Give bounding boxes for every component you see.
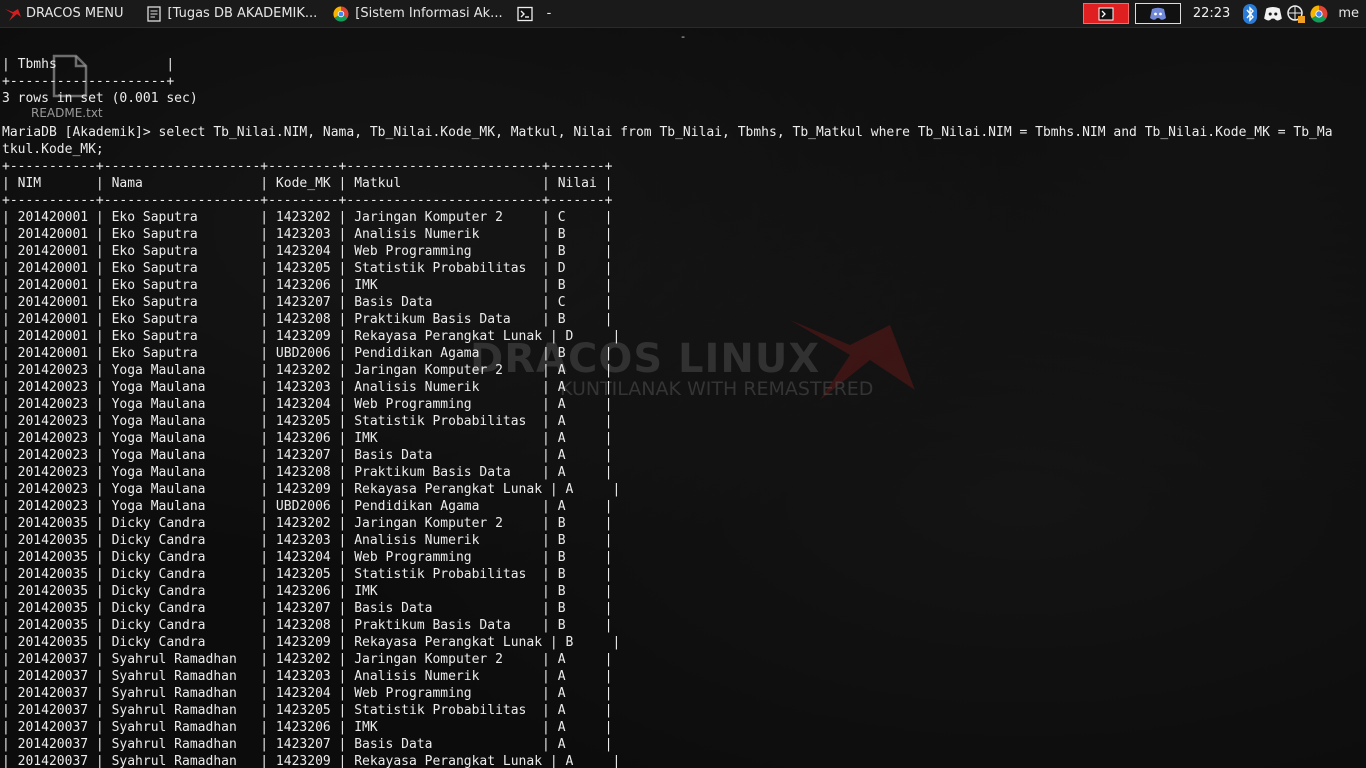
- terminal-line: | 201420001 | Eko Saputra | 1423207 | Ba…: [2, 295, 613, 310]
- terminal-line: | 201420001 | Eko Saputra | 1423202 | Ja…: [2, 210, 613, 225]
- terminal-line: | 201420001 | Eko Saputra | 1423208 | Pr…: [2, 312, 613, 327]
- terminal-line: | 201420001 | Eko Saputra | 1423206 | IM…: [2, 278, 613, 293]
- terminal-line: | 201420035 | Dicky Candra | 1423203 | A…: [2, 533, 613, 548]
- terminal-line: | 201420001 | Eko Saputra | 1423203 | An…: [2, 227, 613, 242]
- task-browser-label: [Sistem Informasi Ak...: [355, 6, 503, 21]
- task-document-label: [Tugas DB AKADEMIK...: [167, 6, 318, 21]
- terminal-line: | 201420023 | Yoga Maulana | UBD2006 | P…: [2, 499, 613, 514]
- chrome-tray-icon[interactable]: [1309, 4, 1329, 24]
- terminal-line: | 201420001 | Eko Saputra | 1423204 | We…: [2, 244, 613, 259]
- discord-tray-icon[interactable]: [1263, 4, 1283, 24]
- start-menu-button[interactable]: DRACOS MENU: [0, 0, 130, 27]
- task-terminal[interactable]: -: [513, 0, 556, 27]
- terminal-line: | 201420001 | Eko Saputra | UBD2006 | Pe…: [2, 346, 613, 361]
- terminal-line: | 201420037 | Syahrul Ramadhan | 1423202…: [2, 652, 613, 667]
- terminal-line: | 201420035 | Dicky Candra | 1423208 | P…: [2, 618, 613, 633]
- terminal-line: MariaDB [Akademik]> select Tb_Nilai.NIM,…: [2, 125, 1333, 140]
- terminal-line: | 201420001 | Eko Saputra | 1423205 | St…: [2, 261, 613, 276]
- network-icon[interactable]: [1286, 4, 1306, 24]
- terminal-line: | 201420023 | Yoga Maulana | 1423207 | B…: [2, 448, 613, 463]
- terminal-line: +-----------+--------------------+------…: [2, 159, 613, 174]
- terminal-line: | 201420035 | Dicky Candra | 1423209 | R…: [2, 635, 621, 650]
- clock[interactable]: 22:23: [1193, 6, 1230, 21]
- terminal-line: | 201420035 | Dicky Candra | 1423202 | J…: [2, 516, 613, 531]
- terminal-icon: [1098, 7, 1114, 20]
- desktop: DRACOS MENU [Tugas DB AKADEMIK... [Siste…: [0, 0, 1366, 768]
- terminal-line: | 201420023 | Yoga Maulana | 1423208 | P…: [2, 465, 613, 480]
- terminal-line: +--------------------+: [2, 74, 175, 89]
- bluetooth-icon[interactable]: [1240, 3, 1260, 24]
- terminal-line: | 201420037 | Syahrul Ramadhan | 1423203…: [2, 669, 613, 684]
- task-document[interactable]: [Tugas DB AKADEMIK...: [142, 0, 322, 27]
- task-browser[interactable]: [Sistem Informasi Ak...: [329, 0, 506, 27]
- active-terminal-indicator[interactable]: [1082, 3, 1129, 24]
- terminal-line: | 201420035 | Dicky Candra | 1423206 | I…: [2, 584, 613, 599]
- start-menu-label: DRACOS MENU: [26, 6, 124, 21]
- taskbar: DRACOS MENU [Tugas DB AKADEMIK... [Siste…: [0, 0, 1366, 28]
- terminal-line: | 201420037 | Syahrul Ramadhan | 1423207…: [2, 737, 613, 752]
- terminal-line: | Tbmhs |: [2, 57, 175, 72]
- dracos-logo-icon: [5, 8, 21, 21]
- system-tray: 22:23 me: [1082, 0, 1366, 27]
- terminal-line: | 201420023 | Yoga Maulana | 1423206 | I…: [2, 431, 613, 446]
- terminal-line: | 201420037 | Syahrul Ramadhan | 1423206…: [2, 720, 613, 735]
- terminal-icon: [516, 6, 533, 21]
- task-terminal-label: -: [546, 6, 552, 21]
- discord-icon: [1149, 7, 1166, 20]
- chrome-icon: [333, 5, 349, 22]
- user-name[interactable]: me: [1338, 6, 1359, 21]
- terminal-line: | 201420023 | Yoga Maulana | 1423209 | R…: [2, 482, 621, 497]
- terminal-line: | 201420037 | Syahrul Ramadhan | 1423204…: [2, 686, 613, 701]
- terminal-line: | 201420037 | Syahrul Ramadhan | 1423209…: [2, 754, 621, 768]
- terminal-line: tkul.Kode_MK;: [2, 142, 104, 157]
- document-icon: [146, 5, 161, 22]
- discord-workspace-indicator[interactable]: [1134, 3, 1181, 24]
- terminal-line: +-----------+--------------------+------…: [2, 193, 613, 208]
- terminal-line: | 201420035 | Dicky Candra | 1423204 | W…: [2, 550, 613, 565]
- terminal-line: | 201420037 | Syahrul Ramadhan | 1423205…: [2, 703, 613, 718]
- terminal-line: | 201420035 | Dicky Candra | 1423205 | S…: [2, 567, 613, 582]
- terminal-output[interactable]: | Tbmhs | +--------------------+ 3 rows in…: [2, 56, 1333, 768]
- terminal-title: -: [679, 30, 687, 43]
- terminal-line: | 201420023 | Yoga Maulana | 1423204 | W…: [2, 397, 613, 412]
- terminal-line: | 201420023 | Yoga Maulana | 1423205 | S…: [2, 414, 613, 429]
- terminal-line: 3 rows in set (0.001 sec): [2, 91, 198, 106]
- terminal-line: | 201420001 | Eko Saputra | 1423209 | Re…: [2, 329, 621, 344]
- terminal-line: | 201420023 | Yoga Maulana | 1423203 | A…: [2, 380, 613, 395]
- terminal-line: | NIM | Nama | Kode_MK | Matkul | Nilai …: [2, 176, 613, 191]
- terminal-line: | 201420023 | Yoga Maulana | 1423202 | J…: [2, 363, 613, 378]
- terminal-line: | 201420035 | Dicky Candra | 1423207 | B…: [2, 601, 613, 616]
